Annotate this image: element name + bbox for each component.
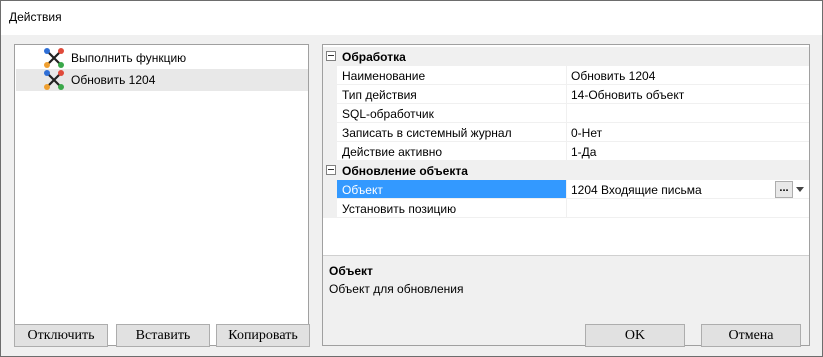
property-row-object[interactable]: Объект 1204 Входящие письма ...	[323, 180, 809, 199]
help-splitter[interactable]	[323, 255, 809, 260]
property-row-name[interactable]: Наименование Обновить 1204	[323, 66, 809, 85]
actions-dialog: Действия Выполнить функцию Обновить 1204…	[0, 0, 823, 357]
property-name: SQL-обработчик	[337, 104, 566, 123]
tree-item-label: Обновить 1204	[71, 73, 156, 87]
copy-button[interactable]: Копировать	[216, 324, 310, 347]
category-object-update[interactable]: Обновление объекта	[323, 161, 809, 180]
action-node-icon	[44, 70, 64, 90]
property-row-sql-handler[interactable]: SQL-обработчик	[323, 104, 809, 123]
property-value[interactable]	[567, 104, 809, 123]
property-name: Наименование	[337, 66, 566, 85]
tree-item-label: Выполнить функцию	[71, 51, 187, 65]
property-name: Тип действия	[337, 85, 566, 104]
property-row-action-active[interactable]: Действие активно 1-Да	[323, 142, 809, 161]
cancel-button[interactable]: Отмена	[701, 324, 801, 347]
property-value[interactable]: 0-Нет	[567, 123, 809, 142]
property-value[interactable]: 1204 Входящие письма	[567, 180, 809, 199]
tree-item-update-1204[interactable]: Обновить 1204	[16, 69, 308, 91]
property-value[interactable]: Обновить 1204	[567, 66, 809, 85]
property-value[interactable]	[567, 199, 809, 218]
title-bar: Действия	[1, 1, 822, 35]
property-list: Обработка Наименование Обновить 1204 Тип…	[323, 45, 809, 255]
property-value[interactable]: 1-Да	[567, 142, 809, 161]
category-processing[interactable]: Обработка	[323, 47, 809, 66]
dropdown-arrow-icon[interactable]	[796, 187, 804, 192]
action-node-icon	[44, 48, 64, 68]
property-value[interactable]: 14-Обновить объект	[567, 85, 809, 104]
help-title: Объект	[329, 264, 373, 278]
window-title: Действия	[9, 10, 62, 24]
category-label: Обработка	[342, 50, 406, 64]
property-row-system-log[interactable]: Записать в системный журнал 0-Нет	[323, 123, 809, 142]
category-label: Обновление объекта	[342, 164, 468, 178]
tree-item-execute-function[interactable]: Выполнить функцию	[16, 47, 308, 69]
property-name: Записать в системный журнал	[337, 123, 566, 142]
actions-tree[interactable]: Выполнить функцию Обновить 1204	[14, 44, 309, 346]
paste-button[interactable]: Вставить	[116, 324, 210, 347]
property-name: Объект	[337, 180, 566, 199]
collapse-icon[interactable]	[326, 51, 336, 61]
property-row-action-type[interactable]: Тип действия 14-Обновить объект	[323, 85, 809, 104]
browse-button[interactable]: ...	[775, 181, 793, 198]
property-name: Установить позицию	[337, 199, 566, 218]
property-name: Действие активно	[337, 142, 566, 161]
collapse-icon[interactable]	[326, 165, 336, 175]
ok-button[interactable]: OK	[585, 324, 685, 347]
property-grid: Обработка Наименование Обновить 1204 Тип…	[322, 44, 810, 346]
property-row-set-position[interactable]: Установить позицию	[323, 199, 809, 218]
disable-button[interactable]: Отключить	[14, 324, 108, 347]
help-description: Объект для обновления	[329, 282, 464, 296]
